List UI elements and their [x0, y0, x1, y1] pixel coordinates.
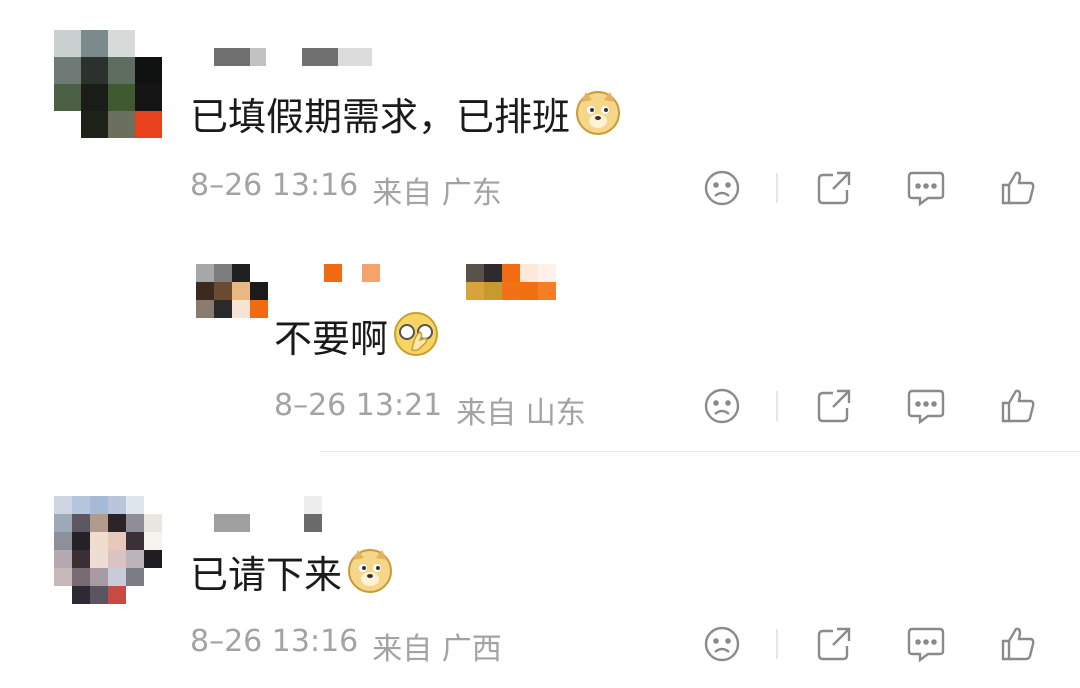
comment-meta: 8–26 13:16 来自 广西: [190, 624, 502, 668]
divider: [776, 629, 778, 659]
avatar[interactable]: [196, 264, 268, 318]
username-blurred[interactable]: [290, 264, 556, 300]
dislike-icon[interactable]: [702, 386, 742, 426]
timestamp: 8–26 13:16: [190, 624, 359, 659]
dislike-icon[interactable]: [702, 168, 742, 208]
comment-actions: [702, 168, 1038, 208]
comment-icon[interactable]: [906, 168, 946, 208]
comment-actions: [702, 624, 1038, 664]
comment-icon[interactable]: [906, 624, 946, 664]
dislike-icon[interactable]: [702, 624, 742, 664]
comment-text: 已请下来: [190, 546, 394, 604]
like-icon[interactable]: [998, 168, 1038, 208]
comment-actions: [702, 386, 1038, 426]
share-icon[interactable]: [814, 624, 854, 664]
section-divider: [320, 451, 1080, 452]
facepalm-emoji-icon: [392, 310, 440, 368]
location: 来自 山东: [456, 396, 586, 431]
doge-emoji-icon: [574, 88, 622, 146]
like-icon[interactable]: [998, 624, 1038, 664]
comment-text: 已填假期需求，已排班: [190, 88, 622, 146]
comment-text: 不要啊: [274, 310, 440, 368]
comment-meta: 8–26 13:16 来自 广东: [190, 168, 502, 212]
divider: [776, 391, 778, 421]
timestamp: 8–26 13:16: [190, 168, 359, 203]
avatar[interactable]: [54, 30, 162, 138]
divider: [776, 173, 778, 203]
comment-text-content: 已填假期需求，已排班: [190, 95, 571, 139]
like-icon[interactable]: [998, 386, 1038, 426]
comment-meta: 8–26 13:21 来自 山东: [274, 388, 586, 432]
username-blurred[interactable]: [214, 48, 372, 66]
username-blurred[interactable]: [214, 496, 322, 532]
comment-text-content: 不要啊: [274, 317, 389, 361]
comment-text-content: 已请下来: [190, 553, 343, 597]
share-icon[interactable]: [814, 386, 854, 426]
location: 来自 广东: [372, 176, 502, 211]
avatar[interactable]: [54, 496, 162, 604]
location: 来自 广西: [372, 632, 502, 667]
share-icon[interactable]: [814, 168, 854, 208]
doge-emoji-icon: [346, 546, 394, 604]
comment-icon[interactable]: [906, 386, 946, 426]
timestamp: 8–26 13:21: [274, 388, 443, 423]
